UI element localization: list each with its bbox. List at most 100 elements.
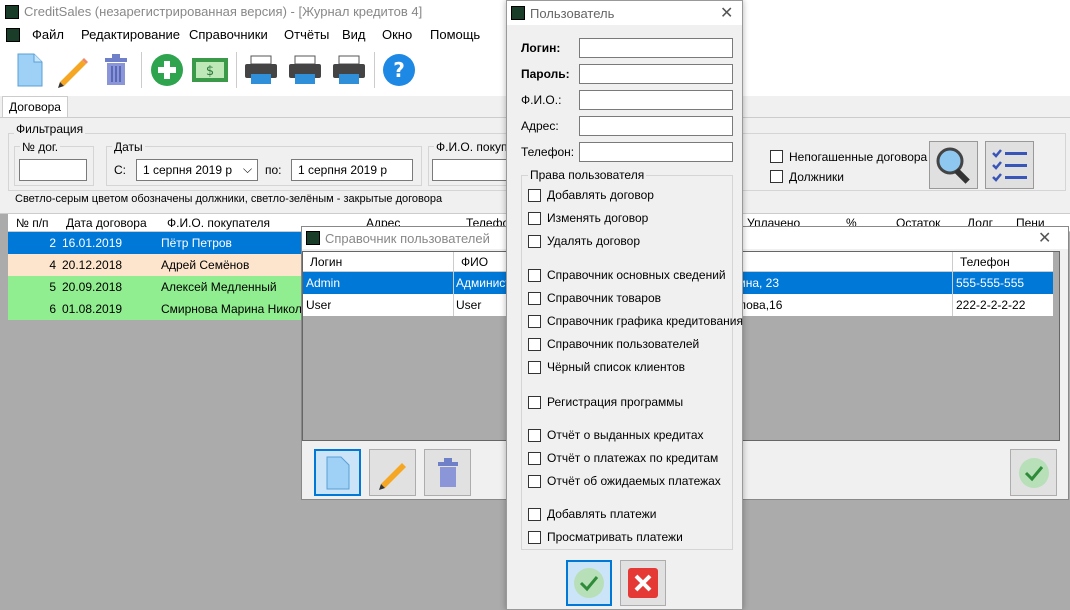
close-icon[interactable]: ✕ — [720, 3, 733, 23]
users-ok-button[interactable] — [1010, 449, 1057, 496]
perm-basic-info[interactable]: Справочник основных сведений — [528, 268, 726, 282]
checkbox[interactable] — [528, 291, 541, 305]
money-icon[interactable]: $ — [190, 50, 230, 90]
help-icon[interactable]: ? — [379, 50, 419, 90]
address-field[interactable] — [579, 116, 733, 136]
menu-reports[interactable]: Отчёты — [284, 27, 329, 42]
phone-field[interactable] — [579, 142, 733, 162]
checkbox[interactable] — [528, 428, 541, 442]
grid-col-header[interactable]: № п/п — [16, 216, 49, 230]
grid-col-header[interactable]: Дата договора — [66, 216, 147, 230]
login-field[interactable] — [579, 38, 733, 58]
perm-users[interactable]: Справочник пользователей — [528, 337, 699, 351]
from-date-picker[interactable]: 1 серпня 2019 р — [136, 159, 258, 181]
perm-credit-schedule[interactable]: Справочник графика кредитования — [528, 314, 743, 328]
checkbox[interactable] — [528, 395, 541, 409]
add-user-button[interactable] — [314, 449, 361, 496]
checklist-icon — [991, 149, 1027, 182]
perm-delete-contract[interactable]: Удалять договор — [528, 234, 640, 248]
printer-icon[interactable] — [329, 50, 369, 90]
checkbox[interactable] — [528, 530, 541, 544]
dates-label: Даты — [112, 140, 145, 154]
users-col-fio[interactable]: ФИО — [461, 255, 488, 269]
tab-contracts[interactable]: Договора — [2, 96, 68, 117]
table-row[interactable]: 4 20.12.2018 Адрей Семёнов — [8, 254, 308, 276]
user-fio: User — [456, 298, 482, 312]
delete-user-button[interactable] — [424, 449, 471, 496]
menu-view[interactable]: Вид — [342, 27, 366, 42]
phone-label: Телефон: — [521, 145, 575, 159]
perm-edit-contract[interactable]: Изменять договор — [528, 211, 648, 225]
menu-file[interactable]: Файл — [32, 27, 64, 42]
new-document-icon[interactable] — [10, 50, 50, 90]
perm-label: Справочник графика кредитования — [547, 314, 743, 328]
users-col-phone[interactable]: Телефон — [960, 255, 1010, 269]
checkbox[interactable] — [528, 268, 541, 282]
table-row[interactable]: 6 01.08.2019 Смирнова Марина Николае — [8, 298, 308, 320]
checklist-button[interactable] — [985, 141, 1034, 189]
checkbox[interactable] — [528, 337, 541, 351]
menu-help[interactable]: Помощь — [430, 27, 480, 42]
perm-blacklist[interactable]: Чёрный список клиентов — [528, 360, 685, 374]
user-ok-button[interactable] — [566, 560, 612, 606]
printer-icon[interactable] — [241, 50, 281, 90]
close-icon[interactable]: ✕ — [1038, 228, 1051, 248]
num-label: № дог. — [20, 140, 61, 154]
checkbox[interactable] — [528, 474, 541, 488]
perm-products[interactable]: Справочник товаров — [528, 291, 661, 305]
menu-references[interactable]: Справочники — [189, 27, 268, 42]
dialog-icon — [306, 231, 320, 245]
checkbox[interactable] — [528, 188, 541, 202]
perm-registration[interactable]: Регистрация программы — [528, 395, 683, 409]
checkbox[interactable] — [528, 451, 541, 465]
row-number: 4 — [49, 258, 56, 272]
contract-number-input[interactable] — [19, 159, 87, 181]
debtors-checkbox[interactable] — [770, 170, 783, 183]
perm-add-payments[interactable]: Добавлять платежи — [528, 507, 656, 521]
unpaid-checkbox[interactable] — [770, 150, 783, 163]
edit-user-button[interactable] — [369, 449, 416, 496]
user-cancel-button[interactable] — [620, 560, 666, 606]
users-col-login[interactable]: Логин — [310, 255, 342, 269]
add-plus-icon[interactable] — [147, 50, 187, 90]
perm-label: Чёрный список клиентов — [547, 360, 686, 374]
user-dialog-title: Пользователь — [530, 6, 615, 21]
chevron-down-icon[interactable]: ⌵ — [243, 162, 252, 177]
search-icon — [936, 147, 970, 184]
checkbox[interactable] — [528, 507, 541, 521]
grid-col-header[interactable]: Ф.И.О. покупателя — [167, 216, 270, 230]
svg-text:?: ? — [393, 58, 405, 82]
perm-label: Справочник основных сведений — [547, 268, 726, 282]
table-row[interactable]: 2 16.01.2019 Пётр Петров — [8, 232, 308, 254]
perm-report-issued[interactable]: Отчёт о выданных кредитах — [528, 428, 704, 442]
mdi-child-icon[interactable] — [6, 28, 20, 42]
perm-view-payments[interactable]: Просматривать платежи — [528, 530, 683, 544]
row-buyer: Смирнова Марина Николае — [161, 302, 306, 316]
perm-label: Удалять договор — [547, 234, 640, 248]
new-document-icon — [326, 456, 349, 489]
search-button[interactable] — [929, 141, 978, 189]
perm-report-payments[interactable]: Отчёт о платежах по кредитам — [528, 451, 718, 465]
row-date: 20.12.2018 — [62, 258, 123, 272]
checkbox[interactable] — [528, 360, 541, 374]
perm-report-expected[interactable]: Отчёт об ожидаемых платежах — [528, 474, 721, 488]
table-row[interactable]: 5 20.09.2018 Алексей Медленный — [8, 276, 308, 298]
fio-field[interactable] — [579, 90, 733, 110]
buyer-input[interactable] — [432, 159, 508, 181]
to-date-picker[interactable]: 1 серпня 2019 р — [291, 159, 413, 181]
from-date-value: 1 серпня 2019 р — [143, 163, 233, 177]
menu-window[interactable]: Окно — [382, 27, 412, 42]
menu-edit[interactable]: Редактирование — [81, 27, 180, 42]
checkbox[interactable] — [528, 211, 541, 225]
trash-icon[interactable] — [96, 50, 136, 90]
edit-pencil-icon[interactable] — [52, 50, 92, 90]
password-field[interactable] — [579, 64, 733, 84]
checkbox[interactable] — [528, 314, 541, 328]
printer-icon[interactable] — [285, 50, 325, 90]
unpaid-label: Непогашенные договора — [789, 150, 928, 164]
perm-label: Справочник пользователей — [547, 337, 700, 351]
perm-add-contract[interactable]: Добавлять договор — [528, 188, 654, 202]
fio-label: Ф.И.О.: — [521, 93, 562, 107]
checkbox[interactable] — [528, 234, 541, 248]
login-label: Логин: — [521, 41, 561, 55]
